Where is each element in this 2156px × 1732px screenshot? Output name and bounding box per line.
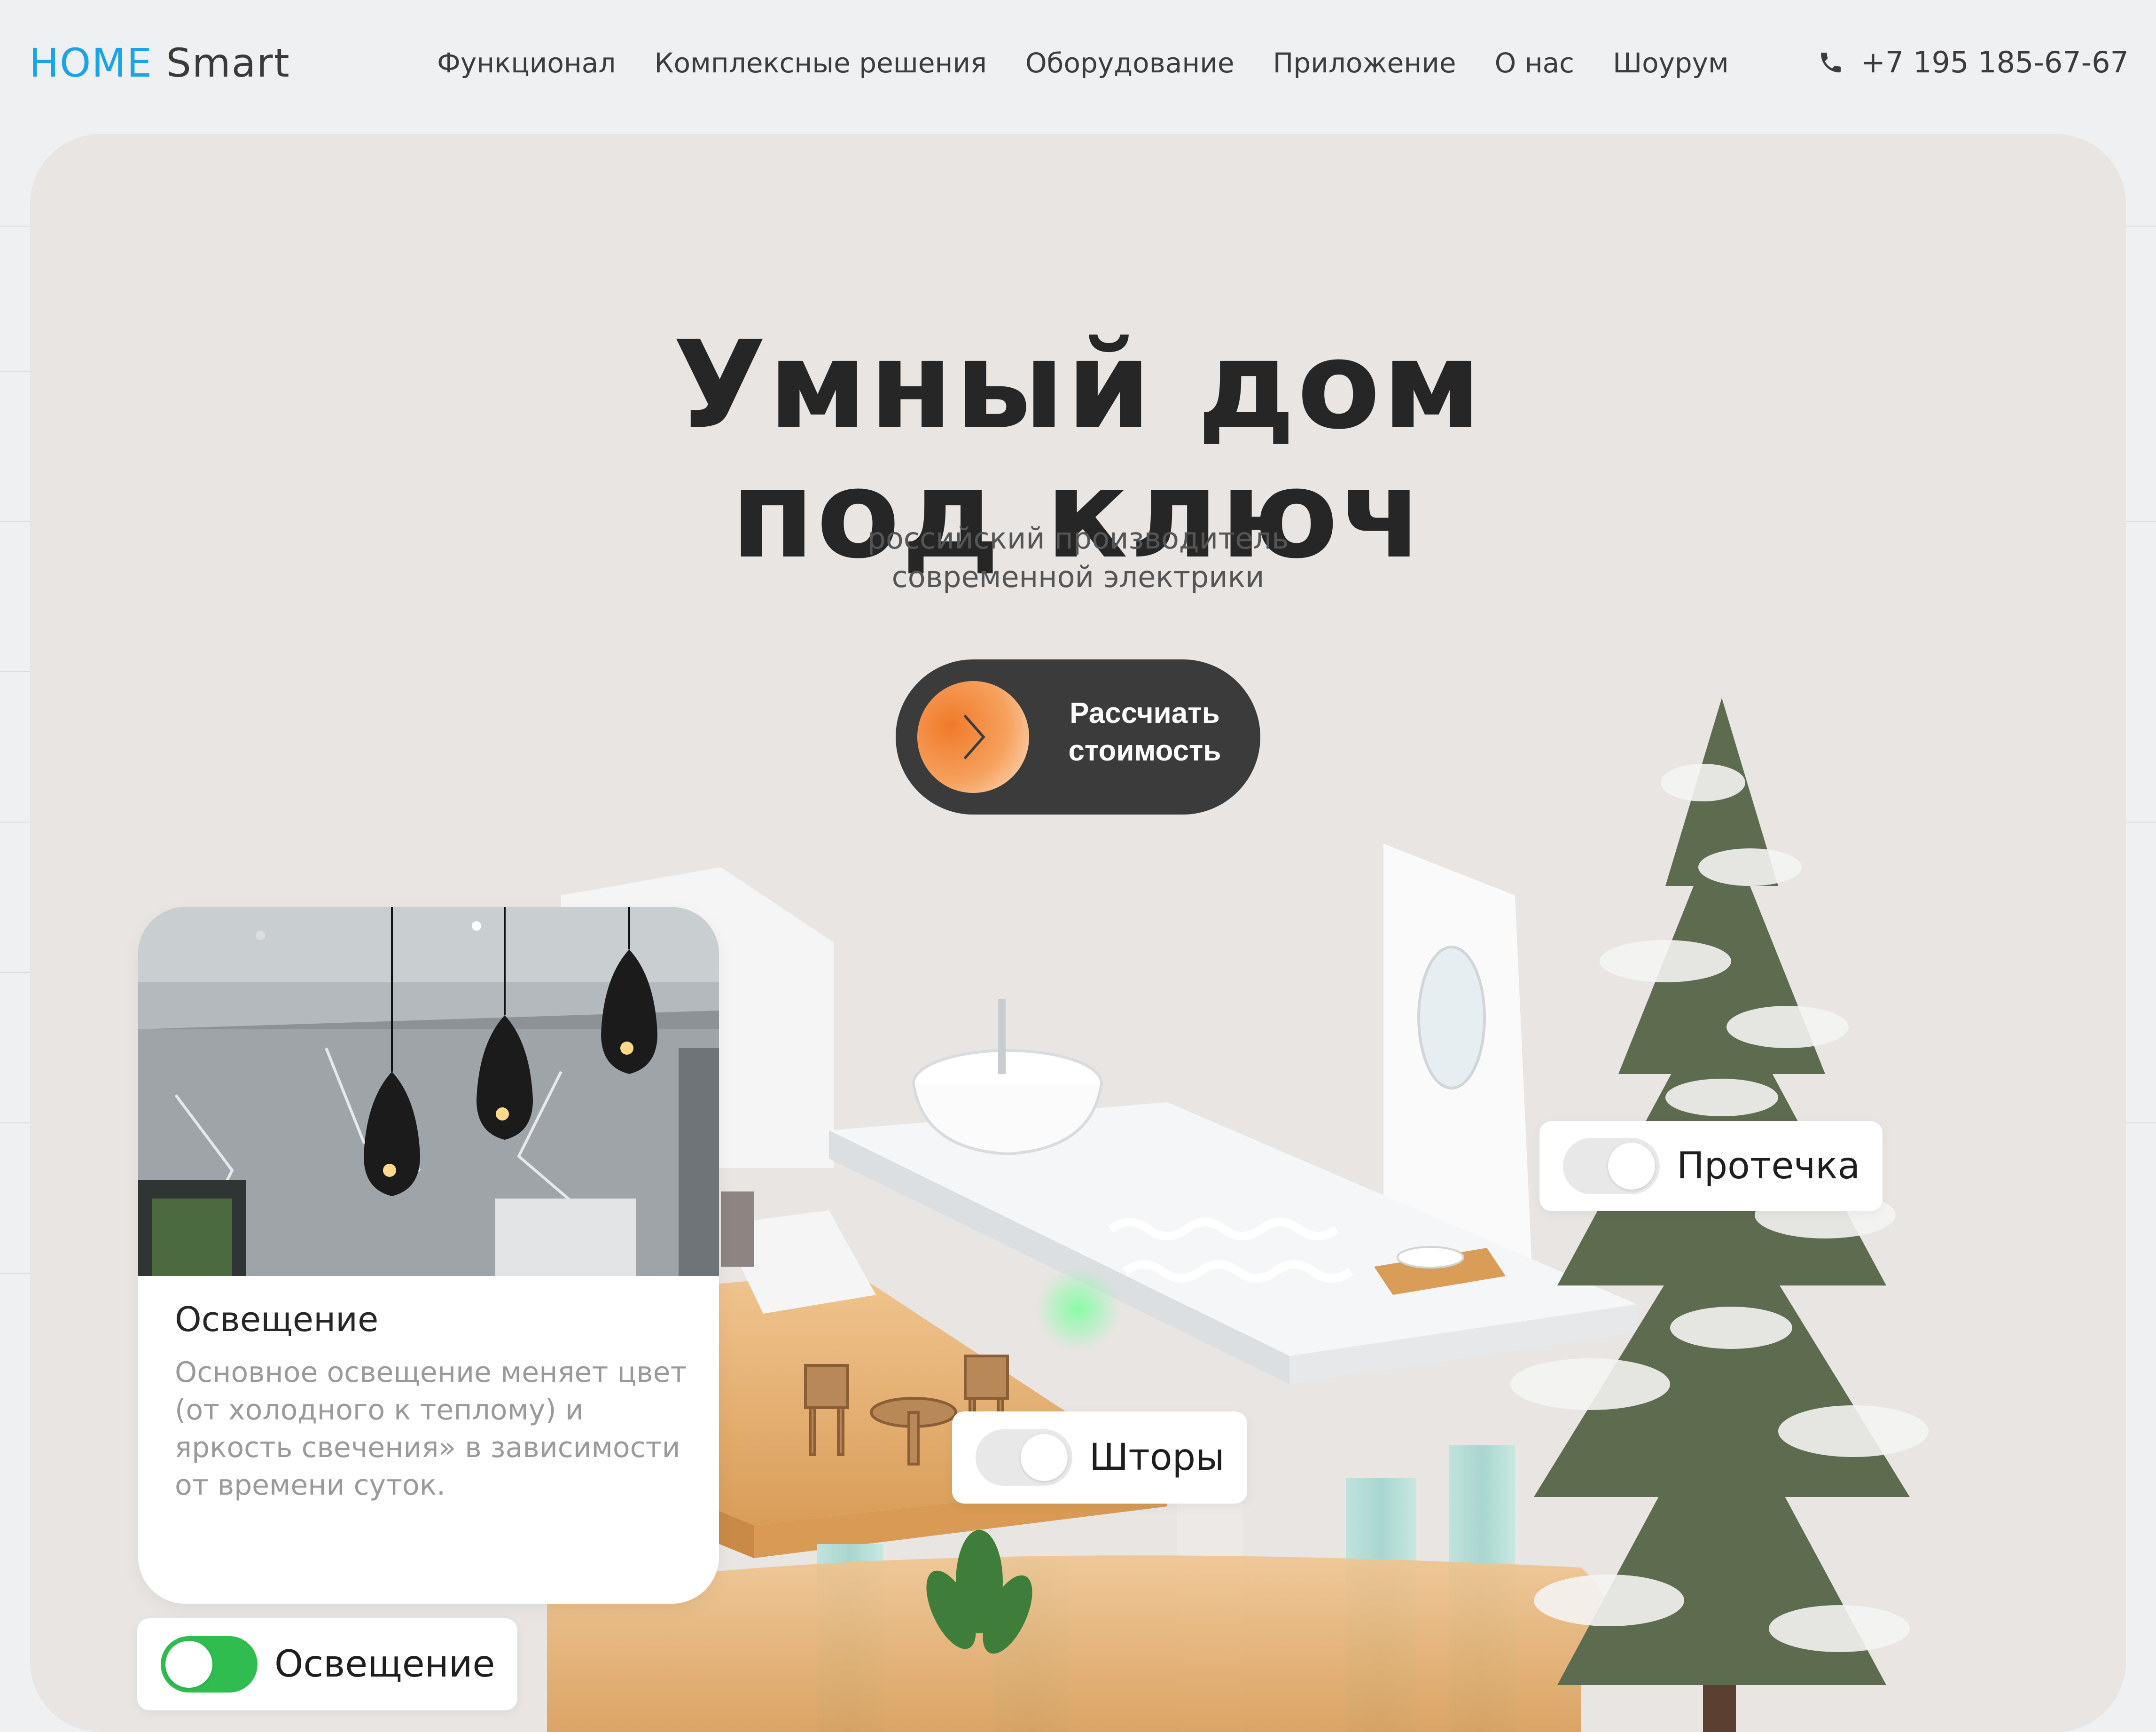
lighting-toggle[interactable] <box>161 1636 258 1693</box>
logo-smart: Smart <box>166 40 290 86</box>
logo-home: HOME <box>29 40 153 86</box>
lighting-feature-card: Освещение Основное освещение меняет цвет… <box>138 907 719 1604</box>
cta-label-line2: стоимость <box>1068 735 1221 767</box>
grid-line <box>0 521 30 522</box>
grid-line <box>0 822 30 823</box>
nav-solutions[interactable]: Комплексные решения <box>654 47 987 79</box>
leak-toggle-chip[interactable]: Протечка <box>1539 1121 1883 1211</box>
toggle-knob <box>1608 1143 1655 1190</box>
hero-subtitle: российский производитель современной эле… <box>30 519 2126 596</box>
nav-functional[interactable]: Функционал <box>437 47 616 79</box>
grid-line <box>2126 1122 2156 1123</box>
lighting-label: Освещение <box>274 1643 495 1685</box>
grid-line <box>2126 822 2156 823</box>
leak-toggle[interactable] <box>1563 1138 1660 1194</box>
calculate-cost-button[interactable]: Рассчиать стоимость <box>896 659 1260 815</box>
phone-link[interactable]: +7 195 185-67-67 <box>1818 45 2129 79</box>
grid-line <box>0 1273 30 1274</box>
grid-line <box>0 226 30 227</box>
grid-line <box>2126 226 2156 227</box>
leak-label: Протечка <box>1677 1145 1860 1187</box>
phone-icon <box>1820 52 1841 72</box>
chevron-right-icon <box>963 714 985 760</box>
toggle-knob <box>1021 1434 1068 1481</box>
nav-equipment[interactable]: Оборудование <box>1025 47 1234 79</box>
card-description: Основное освещение меняет цвет (от холод… <box>175 1356 687 1502</box>
hero-section: Умный дом под ключ российский производит… <box>30 134 2126 1732</box>
site-header: HOME Smart Функционал Комплексные решени… <box>0 0 2156 132</box>
card-title: Освещение <box>175 1300 379 1339</box>
curtains-toggle-chip[interactable]: Шторы <box>952 1411 1247 1504</box>
nav-about[interactable]: О нас <box>1495 47 1574 79</box>
curtains-label: Шторы <box>1089 1436 1225 1479</box>
hero-title-line1: Умный дом <box>672 314 1484 456</box>
lighting-toggle-chip[interactable]: Освещение <box>137 1618 518 1710</box>
hero-subtitle-line2: современной электрики <box>891 560 1265 594</box>
grid-line <box>0 972 30 973</box>
main-nav: Функционал Комплексные решения Оборудова… <box>437 47 1729 79</box>
curtains-toggle[interactable] <box>976 1429 1072 1486</box>
phone-number: +7 195 185-67-67 <box>1860 45 2129 79</box>
cta-label: Рассчиать стоимость <box>1051 695 1239 770</box>
cta-arrow-circle <box>917 681 1029 793</box>
nav-app[interactable]: Приложение <box>1273 47 1456 79</box>
nav-showroom[interactable]: Шоурум <box>1613 47 1729 79</box>
logo[interactable]: HOME Smart <box>29 40 290 86</box>
grid-line <box>2126 521 2156 522</box>
lighting-photo <box>138 907 719 1276</box>
toggle-knob <box>165 1641 212 1688</box>
cta-label-line1: Рассчиать <box>1070 697 1220 729</box>
grid-line <box>0 671 30 672</box>
grid-line <box>0 371 30 372</box>
hero-subtitle-line1: российский производитель <box>867 521 1289 556</box>
grid-line <box>0 1122 30 1123</box>
